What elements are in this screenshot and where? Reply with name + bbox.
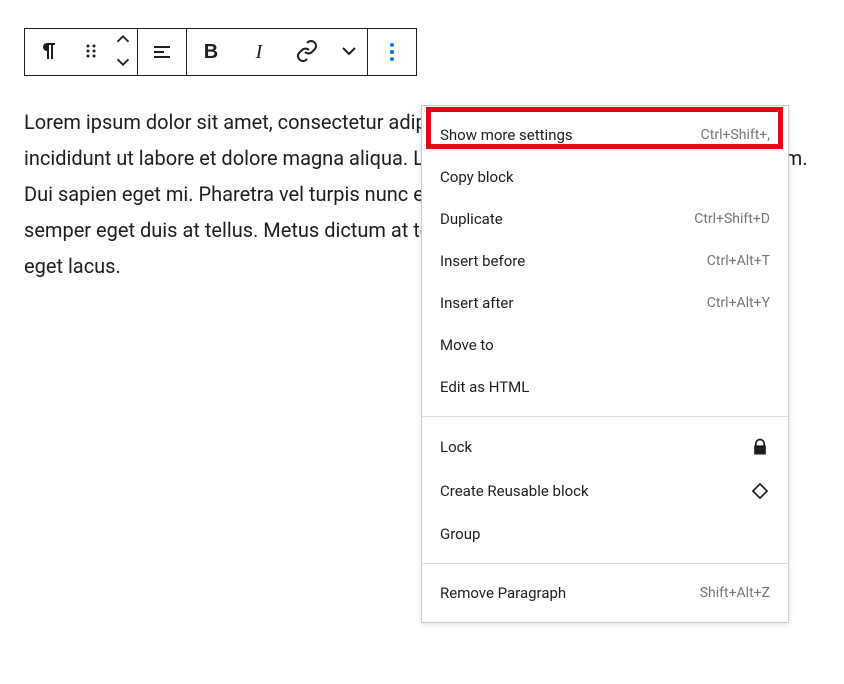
menu-item-label: Insert before [440, 252, 525, 270]
menu-item-shortcut: Ctrl+Shift+D [694, 211, 770, 227]
menu-item-lock[interactable]: Lock [422, 425, 788, 469]
move-arrows [109, 29, 137, 75]
menu-item-label: Lock [440, 438, 472, 456]
link-icon [295, 39, 319, 66]
chevron-up-icon [112, 28, 134, 53]
link-button[interactable] [283, 29, 331, 75]
move-up-button[interactable] [109, 29, 137, 52]
toolbar-group-options [368, 29, 416, 75]
menu-item-shortcut: Shift+Alt+Z [700, 585, 770, 601]
menu-item-create-reusable[interactable]: Create Reusable block [422, 469, 788, 513]
drag-handle-button[interactable] [73, 29, 109, 75]
bold-button[interactable]: B [187, 29, 235, 75]
more-format-button[interactable] [331, 29, 367, 75]
menu-item-copy-block[interactable]: Copy block [422, 156, 788, 198]
menu-item-insert-before[interactable]: Insert before Ctrl+Alt+T [422, 240, 788, 282]
menu-item-label: Copy block [440, 168, 514, 186]
toolbar-group-block [25, 29, 138, 75]
pilcrow-icon [37, 39, 61, 66]
more-vertical-icon [390, 43, 394, 61]
menu-item-label: Insert after [440, 294, 513, 312]
menu-item-edit-as-html[interactable]: Edit as HTML [422, 366, 788, 408]
italic-icon: I [256, 41, 263, 64]
menu-item-label: Create Reusable block [440, 482, 589, 500]
menu-item-label: Move to [440, 336, 494, 354]
toolbar-group-align [138, 29, 187, 75]
menu-item-duplicate[interactable]: Duplicate Ctrl+Shift+D [422, 198, 788, 240]
italic-button[interactable]: I [235, 29, 283, 75]
menu-item-shortcut: Ctrl+Alt+Y [707, 295, 770, 311]
menu-section-1: Show more settings Ctrl+Shift+, Copy blo… [422, 106, 788, 417]
bold-icon: B [204, 41, 218, 64]
align-button[interactable] [138, 29, 186, 75]
menu-section-3: Remove Paragraph Shift+Alt+Z [422, 564, 788, 622]
menu-item-show-more-settings[interactable]: Show more settings Ctrl+Shift+, [422, 114, 788, 156]
block-toolbar: B I [24, 28, 417, 76]
menu-item-label: Edit as HTML [440, 378, 529, 396]
chevron-down-icon [337, 39, 361, 66]
menu-section-2: Lock Create Reusable block Group [422, 417, 788, 564]
menu-item-label: Group [440, 525, 480, 543]
chevron-down-icon [112, 51, 134, 76]
menu-item-label: Remove Paragraph [440, 584, 566, 602]
menu-item-group[interactable]: Group [422, 513, 788, 555]
toolbar-group-format: B I [187, 29, 368, 75]
menu-item-label: Show more settings [440, 126, 573, 144]
menu-item-shortcut: Ctrl+Alt+T [707, 253, 770, 269]
more-options-button[interactable] [368, 29, 416, 75]
align-left-icon [150, 39, 174, 66]
reusable-block-icon [750, 481, 770, 501]
block-options-menu: Show more settings Ctrl+Shift+, Copy blo… [421, 105, 789, 623]
drag-handle-icon [79, 39, 103, 66]
menu-item-move-to[interactable]: Move to [422, 324, 788, 366]
paragraph-block-button[interactable] [25, 29, 73, 75]
move-down-button[interactable] [109, 52, 137, 75]
menu-item-remove-paragraph[interactable]: Remove Paragraph Shift+Alt+Z [422, 572, 788, 614]
menu-item-shortcut: Ctrl+Shift+, [701, 127, 770, 143]
lock-icon [750, 437, 770, 457]
menu-item-insert-after[interactable]: Insert after Ctrl+Alt+Y [422, 282, 788, 324]
menu-item-label: Duplicate [440, 210, 503, 228]
